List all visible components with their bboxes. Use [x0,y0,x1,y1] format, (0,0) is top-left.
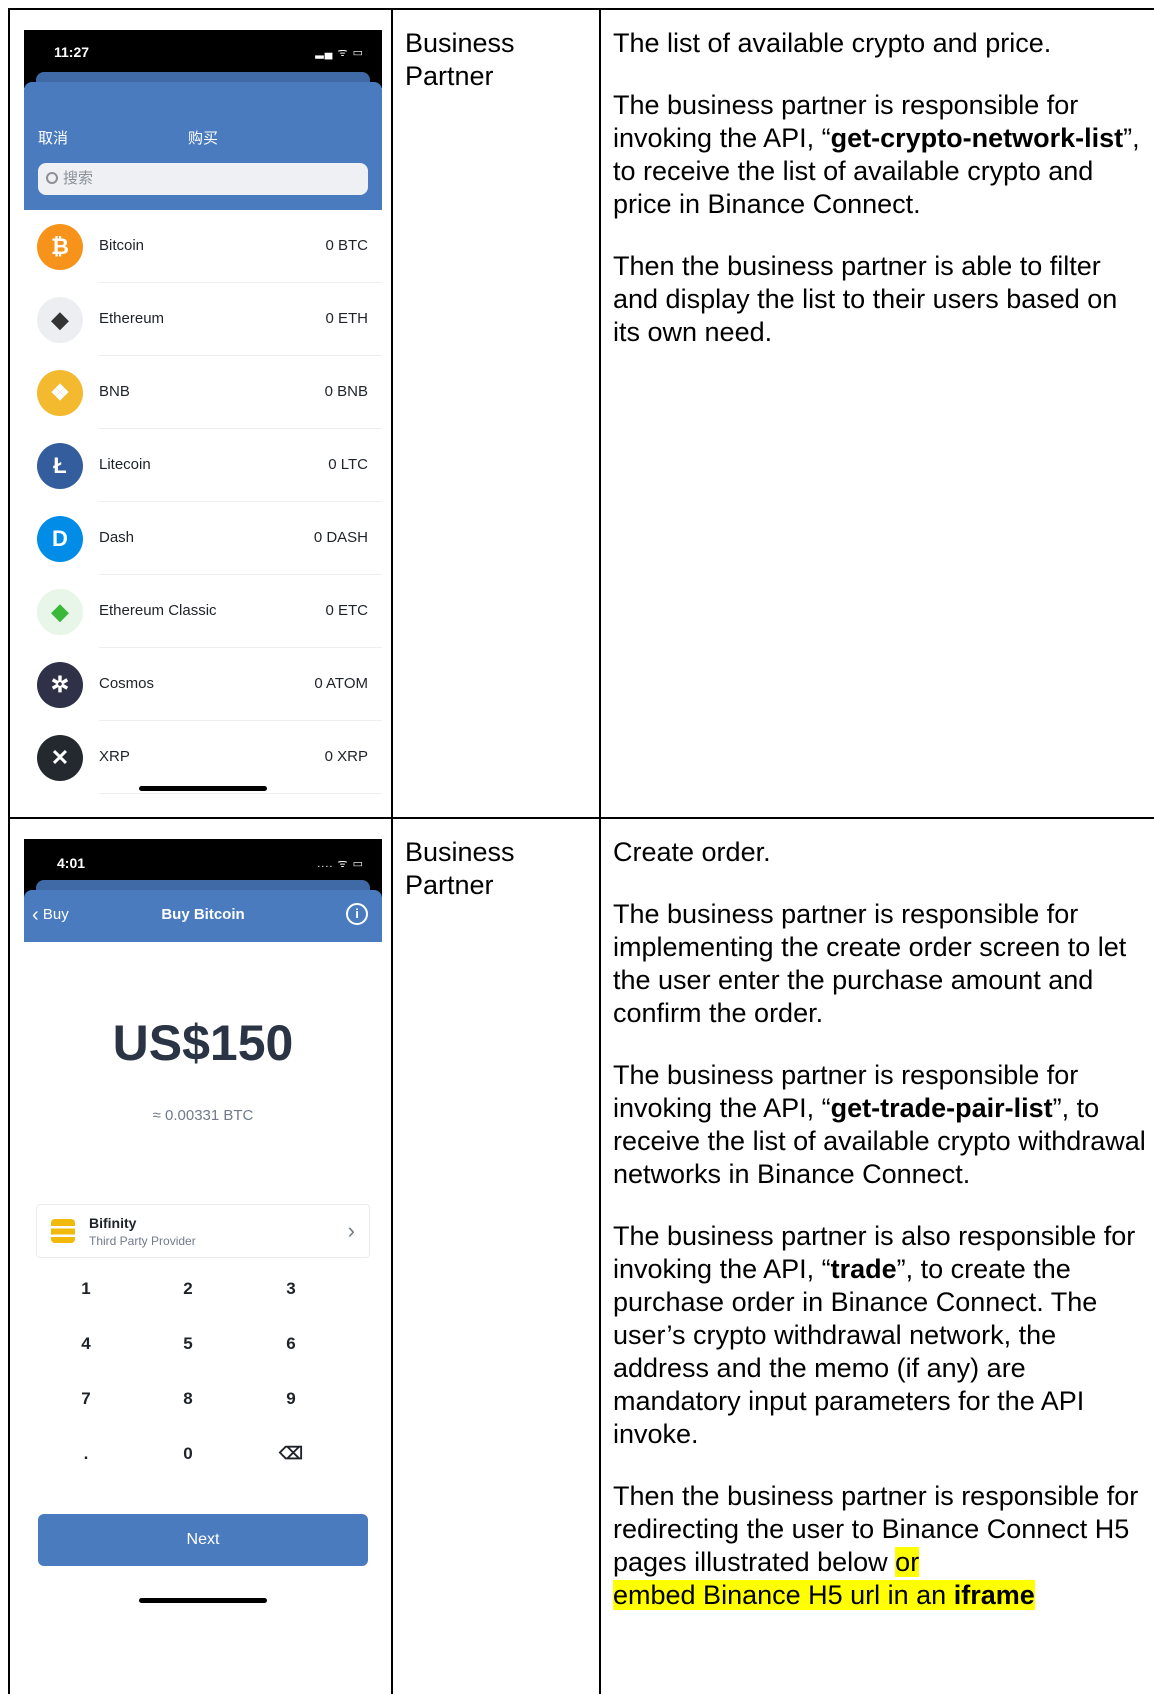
coin-name: Ethereum [99,310,165,327]
actor-cell-1: Business Partner [405,28,515,91]
desc-paragraph: The business partner is responsible for … [613,1060,1146,1189]
coin-list-item[interactable]: Ł Litecoin 0 LTC [24,429,382,502]
status-icons: ▂▄ ᯤ ▭ [315,47,364,59]
table-top-border [8,8,1154,10]
coin-balance: 0 ETC [325,602,368,619]
desc-paragraph: The business partner is responsible for … [613,90,1140,219]
ethereum-classic-icon: ◆ [37,589,83,635]
coin-balance: 0 ETH [325,310,368,327]
phone-screenshot-buy-bitcoin: 4:01 .... ᯤ ▭ ‹ Buy Buy Bitcoin i US$150… [24,839,382,1694]
coin-name: Litecoin [99,456,151,473]
coin-balance: 0 BTC [325,237,368,254]
coin-list-item[interactable]: ◆ Ethereum Classic 0 ETC [24,575,382,648]
keypad-key[interactable]: 1 [56,1279,116,1299]
table-col-divider-2 [599,8,601,1694]
coin-balance: 0 LTC [328,456,368,473]
coin-list: ₿ Bitcoin 0 BTC ◆ Ethereum 0 ETH ❖ BNB 0 BNB Ł Lit… [24,210,382,798]
sheet-handle [36,880,370,890]
phone-screenshot-crypto-list: 11:27 ▂▄ ᯤ ▭ 取消 购买 搜索 ₿ Bitcoin 0 BTC ◆ Ethe… [24,30,382,798]
table-row-divider [8,817,1154,819]
amount-display: US$150 [112,1015,294,1071]
coin-name: BNB [99,383,130,400]
desc-paragraph: Create order. [613,837,771,867]
provider-name: Bifinity [89,1215,137,1231]
approx-crypto: ≈ 0.00331 BTC [152,1107,254,1124]
desc-paragraph: The list of available crypto and price. [613,28,1052,58]
coin-balance: 0 DASH [313,529,368,546]
bitcoin-icon: ₿ [37,224,83,270]
coin-list-item[interactable]: ₿Bitcoin Cash0 BCH [24,794,382,798]
ethereum-icon: ◆ [37,297,83,343]
nav-header: ‹ Buy Buy Bitcoin i [24,880,382,942]
home-indicator [139,786,267,791]
keypad-key[interactable]: 9 [261,1389,321,1409]
api-name: trade [830,1254,897,1284]
coin-list-item[interactable]: ❖ BNB 0 BNB [24,356,382,429]
coin-name: Ethereum Classic [99,602,217,619]
coin-balance: 0 XRP [324,748,368,765]
table-left-border [8,8,10,1694]
coin-list-item[interactable]: ✲ Cosmos 0 ATOM [24,648,382,721]
search-input[interactable]: 搜索 [38,163,368,195]
keypad-key[interactable]: 2 [158,1279,218,1299]
desc-paragraph: Then the business partner is able to fil… [613,251,1118,347]
coin-name: Dash [99,529,135,546]
search-icon [46,172,58,184]
coin-list-item[interactable]: ✕ XRP 0 XRP [24,721,382,794]
nav-header: 取消 购买 搜索 [24,72,382,210]
keypad-key[interactable]: . [56,1444,116,1464]
dash-icon: D [37,516,83,562]
keypad-key[interactable]: 5 [158,1334,218,1354]
chevron-right-icon: › [347,1218,355,1243]
provider-card[interactable]: Bifinity Third Party Provider › [36,1204,370,1258]
keypad-key[interactable]: 8 [158,1389,218,1409]
highlighted-text: embed Binance H5 url in an iframe [613,1580,1035,1610]
keypad-key[interactable]: 3 [261,1279,321,1299]
coin-balance: 0 BNB [324,383,368,400]
backspace-icon[interactable]: ⌫ [261,1444,321,1464]
bifinity-logo-icon [51,1219,75,1243]
keypad-key[interactable]: 4 [56,1334,116,1354]
provider-subtitle: Third Party Provider [89,1234,196,1248]
coin-name: Cosmos [99,675,155,692]
page-title: Buy Bitcoin [161,906,245,923]
status-time: 11:27 [54,44,90,60]
coin-balance: 0 ATOM [314,675,368,692]
coin-list-item[interactable]: D Dash 0 DASH [24,502,382,575]
keypad-key[interactable]: 0 [158,1444,218,1464]
status-time: 4:01 [57,855,86,871]
cosmos-icon: ✲ [37,662,83,708]
sheet-handle [36,72,370,82]
keypad-key[interactable]: 6 [261,1334,321,1354]
status-icons: .... ᯤ ▭ [317,858,364,870]
desc-paragraph: The business partner is also responsible… [613,1221,1136,1449]
table-col-divider-1 [391,8,393,1694]
bnb-icon: ❖ [37,370,83,416]
actor-cell-2: Business Partner [405,837,515,900]
desc-paragraph: Then the business partner is responsible… [613,1481,1139,1610]
description-cell-2: Create order. The business partner is re… [613,836,1149,1641]
numeric-keypad: 1 2 3 4 5 6 7 8 9. 0 ⌫ [24,1279,382,1499]
search-placeholder: 搜索 [63,170,94,187]
litecoin-icon: Ł [37,443,83,489]
coin-list-item[interactable]: ₿ Bitcoin 0 BTC [24,210,382,283]
keypad-key[interactable]: 7 [56,1389,116,1409]
coin-list-item[interactable]: ◆ Ethereum 0 ETH [24,283,382,356]
home-indicator [139,1598,267,1603]
description-cell-1: The list of available crypto and price. … [613,27,1149,378]
page-title: 购买 [187,130,218,147]
highlighted-text: or [895,1547,920,1577]
info-icon[interactable]: i [346,903,368,925]
next-button[interactable]: Next [38,1514,368,1566]
coin-name: Bitcoin [99,237,145,254]
desc-paragraph: The business partner is responsible for … [613,899,1127,1028]
api-name: get-trade-pair-list [830,1093,1053,1123]
coin-name: XRP [99,748,130,765]
api-name: get-crypto-network-list [830,123,1124,153]
xrp-icon: ✕ [37,735,83,781]
